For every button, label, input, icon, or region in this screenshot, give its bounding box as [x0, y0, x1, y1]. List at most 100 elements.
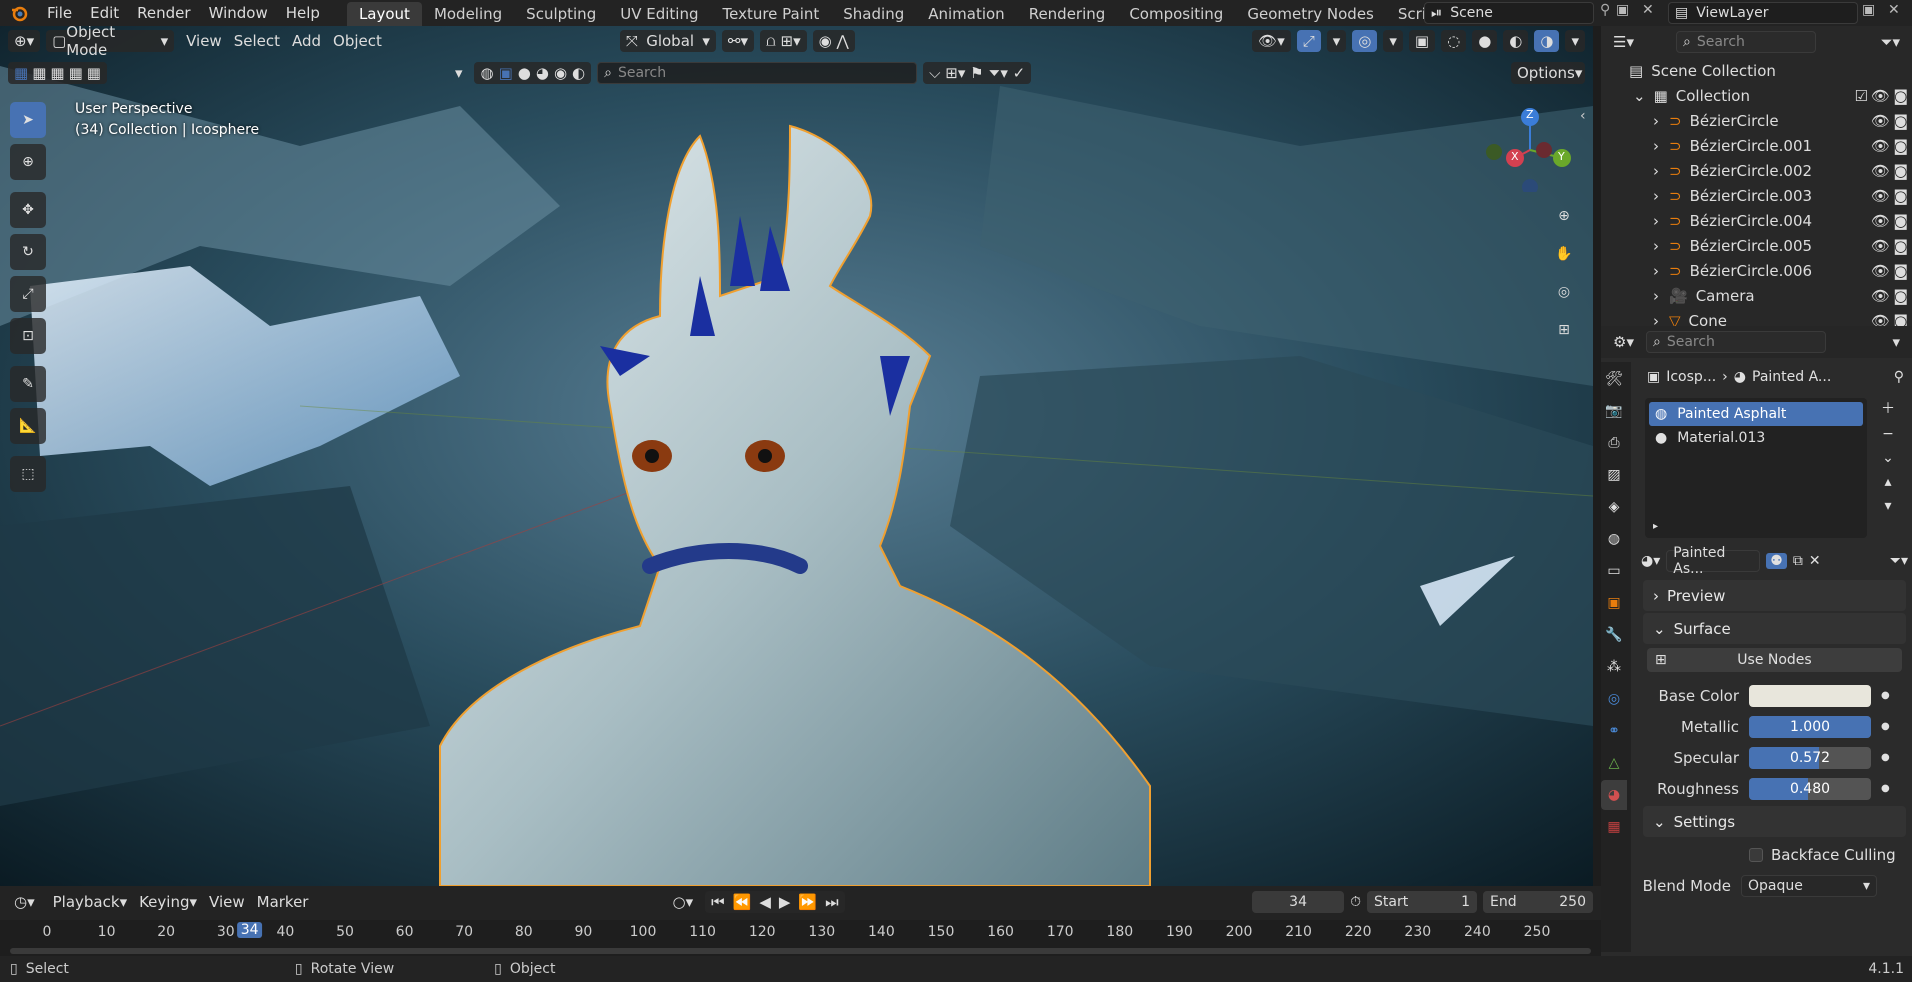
- select-intersect-icon[interactable]: ▦: [87, 64, 101, 82]
- transform-tool[interactable]: ⊡: [10, 318, 46, 354]
- scene-pin-icon[interactable]: ⚲: [1600, 2, 1610, 18]
- render-icon[interactable]: ◐: [572, 64, 585, 82]
- expand-icon[interactable]: ▸: [1653, 521, 1658, 532]
- filter-buttons[interactable]: ⌵ ⊞▾ ⚑ ⏷▾ ✓: [923, 62, 1032, 84]
- unlink-icon[interactable]: ✕: [1809, 553, 1821, 569]
- tab-particles[interactable]: ⁂: [1601, 652, 1627, 682]
- workspace-tab-modeling[interactable]: Modeling: [422, 2, 514, 26]
- eye-icon[interactable]: 👁: [1871, 87, 1890, 105]
- settings-panel-header[interactable]: ⌄ Settings: [1643, 806, 1906, 837]
- keyframe-dot-icon[interactable]: ●: [1881, 783, 1890, 794]
- material-slot[interactable]: ● Material.013: [1649, 426, 1863, 450]
- outliner-item[interactable]: › ⊃ BézierCircle.006 👁 ◙: [1601, 258, 1912, 283]
- camera-render-icon[interactable]: ◙: [1893, 262, 1908, 280]
- collection-row[interactable]: ⌄ ▦ Collection ☑ 👁 ◙: [1601, 83, 1912, 108]
- outliner-item[interactable]: › ⊃ BézierCircle.003 👁 ◙: [1601, 183, 1912, 208]
- viewport-menu-view[interactable]: View: [180, 30, 228, 52]
- scene-collection-row[interactable]: ▤ Scene Collection: [1601, 58, 1912, 83]
- shading-wireframe-button[interactable]: ◌: [1441, 30, 1467, 52]
- eye-icon[interactable]: 👁: [1871, 112, 1890, 130]
- material-browse-icon[interactable]: ◕▾: [1641, 553, 1660, 569]
- jump-end-icon[interactable]: ⏭: [825, 893, 839, 911]
- move-up-icon[interactable]: ▴: [1884, 474, 1891, 490]
- tab-world[interactable]: ◍: [1601, 524, 1627, 554]
- annotate-tool[interactable]: ✎: [10, 366, 46, 402]
- options-dropdown[interactable]: Options ▾: [1511, 62, 1585, 84]
- jump-start-icon[interactable]: ⏮: [711, 893, 725, 911]
- eye-icon[interactable]: 👁: [1871, 162, 1890, 180]
- select-subtract-icon[interactable]: ▦: [50, 64, 64, 82]
- fake-user-icon[interactable]: ⚉: [1766, 553, 1787, 569]
- preview-panel-header[interactable]: › Preview: [1643, 580, 1906, 611]
- camera-render-icon[interactable]: ◙: [1893, 87, 1908, 105]
- menu-edit[interactable]: Edit: [81, 0, 128, 26]
- tab-tool[interactable]: 🛠: [1601, 364, 1627, 394]
- keyframe-dot-icon[interactable]: ●: [1881, 721, 1890, 732]
- timeline-menu-marker[interactable]: Marker: [251, 891, 315, 913]
- new-scene-icon[interactable]: ▣: [1616, 2, 1629, 18]
- stopwatch-icon[interactable]: ⏱: [1350, 894, 1361, 910]
- timeline-menu-keying[interactable]: Keying ▾: [133, 891, 203, 913]
- pin-icon[interactable]: ⚲: [1894, 369, 1904, 385]
- eye-icon[interactable]: 👁: [1871, 187, 1890, 205]
- remove-slot-icon[interactable]: −: [1882, 426, 1894, 442]
- outliner-item[interactable]: › 🎥 Camera 👁 ◙: [1601, 283, 1912, 308]
- properties-options-icon[interactable]: ▾: [1886, 331, 1906, 353]
- shading-dropdown[interactable]: ▾: [1565, 30, 1585, 52]
- properties-type-icon[interactable]: ⚙▾: [1607, 331, 1640, 353]
- workspace-tab-rendering[interactable]: Rendering: [1017, 2, 1118, 26]
- object-type-filter-buttons[interactable]: ◍ ▣ ● ◕ ◉ ◐: [474, 62, 592, 84]
- select-new-icon[interactable]: ▦: [14, 64, 28, 82]
- outliner-type-icon[interactable]: ☰▾: [1607, 31, 1640, 53]
- eye-icon[interactable]: 👁: [1871, 287, 1890, 305]
- material-slot[interactable]: ◍ Painted Asphalt: [1649, 402, 1863, 426]
- grid-ortho-icon[interactable]: ⊞: [1550, 316, 1578, 344]
- shading-material-button[interactable]: ◐: [1503, 30, 1529, 52]
- pivot-point-button[interactable]: ⚯▾: [721, 30, 755, 52]
- tab-output[interactable]: ⎙: [1601, 428, 1627, 458]
- camera-render-icon[interactable]: ◙: [1893, 137, 1908, 155]
- selection-mode-buttons[interactable]: ▦ ▦ ▦ ▦ ▦: [8, 62, 107, 84]
- select-box-icon[interactable]: ▣: [499, 64, 513, 82]
- 3d-viewport[interactable]: ⊕ ▾ ▢ Object Mode ▾ View Select Add Object ⤧…: [0, 26, 1593, 886]
- select-extend-icon[interactable]: ▦: [32, 64, 46, 82]
- move-tool[interactable]: ✥: [10, 192, 46, 228]
- next-keyframe-icon[interactable]: ⏩: [798, 893, 817, 911]
- backface-culling-row[interactable]: Backface Culling: [1637, 839, 1912, 870]
- workspace-tab-layout[interactable]: Layout: [346, 2, 422, 26]
- gizmo-dropdown[interactable]: ▾: [1326, 30, 1347, 52]
- tab-object[interactable]: ▣: [1601, 588, 1627, 618]
- current-frame-field[interactable]: 34: [1252, 891, 1345, 913]
- xray-button[interactable]: ▣: [1408, 30, 1436, 52]
- viewport-menu-add[interactable]: Add: [286, 30, 327, 52]
- workspace-tab-uv-editing[interactable]: UV Editing: [608, 2, 710, 26]
- checkbox-icon[interactable]: ☑: [1855, 87, 1868, 105]
- backface-culling-checkbox[interactable]: [1749, 847, 1763, 862]
- chevron-right-icon[interactable]: ›: [1653, 287, 1659, 305]
- tab-physics[interactable]: ◎: [1601, 684, 1627, 714]
- filter-chevron-icon[interactable]: ▾: [449, 62, 469, 84]
- metallic-slider[interactable]: 1.000: [1749, 715, 1871, 738]
- viewport-menu-select[interactable]: Select: [228, 30, 286, 52]
- world-icon[interactable]: ◉: [554, 64, 567, 82]
- eye-icon[interactable]: 👁: [1871, 137, 1890, 155]
- menu-render[interactable]: Render: [128, 0, 199, 26]
- transform-orientation-selector[interactable]: ⤧ Global ▾: [619, 30, 716, 52]
- camera-render-icon[interactable]: ◙: [1893, 212, 1908, 230]
- playback-controls[interactable]: ⏮ ⏪ ◀ ▶ ⏩ ⏭: [705, 891, 845, 913]
- overlay-toggle-button[interactable]: ◎: [1352, 30, 1378, 52]
- sidebar-toggle-icon[interactable]: ‹: [1580, 108, 1586, 124]
- chevron-right-icon[interactable]: ›: [1653, 262, 1659, 280]
- snap-button[interactable]: ⩍ ⊞▾: [760, 30, 807, 52]
- use-nodes-button[interactable]: ⊞ Use Nodes: [1647, 648, 1902, 672]
- tab-view-layer[interactable]: ▨: [1601, 460, 1627, 490]
- chevron-right-icon[interactable]: ›: [1653, 112, 1659, 130]
- chevron-right-icon[interactable]: ›: [1653, 162, 1659, 180]
- play-reverse-icon[interactable]: ◀: [759, 893, 771, 911]
- camera-view-icon[interactable]: ◎: [1550, 278, 1578, 306]
- roughness-slider[interactable]: 0.480: [1749, 777, 1871, 800]
- outliner-item[interactable]: › ⊃ BézierCircle.005 👁 ◙: [1601, 233, 1912, 258]
- outliner-search-input[interactable]: ⌕ Search: [1675, 31, 1816, 53]
- chevron-right-icon[interactable]: ›: [1653, 187, 1659, 205]
- outliner-item[interactable]: › ⊃ BézierCircle 👁 ◙: [1601, 108, 1912, 133]
